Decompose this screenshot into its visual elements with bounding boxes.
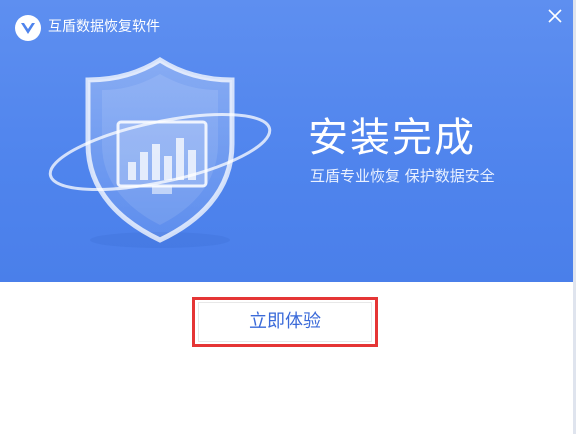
- completion-heading: 安装完成: [308, 115, 476, 161]
- completion-banner: 互盾数据恢复软件 安装完成 互盾专业恢复 保护数据安全: [0, 0, 576, 282]
- start-now-button[interactable]: 立即体验: [198, 302, 372, 342]
- app-title: 互盾数据恢复软件: [48, 19, 160, 35]
- shield-monitor-chart-icon: [48, 57, 272, 248]
- close-icon[interactable]: [544, 5, 566, 27]
- completion-subheading: 互盾专业恢复 保护数据安全: [310, 167, 495, 185]
- shield-v-logo-icon: [15, 15, 41, 41]
- installer-window: 互盾数据恢复软件 安装完成 互盾专业恢复 保护数据安全 立即体验: [0, 0, 576, 434]
